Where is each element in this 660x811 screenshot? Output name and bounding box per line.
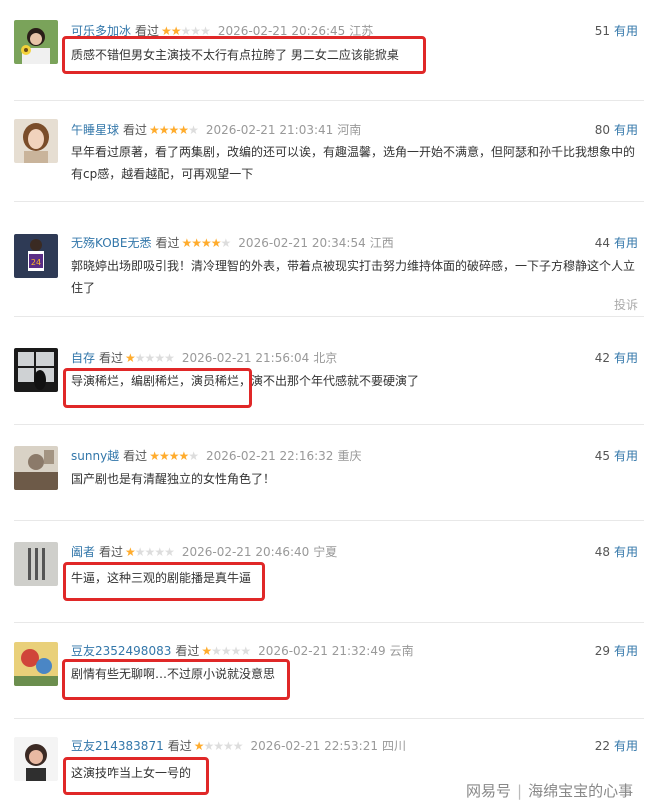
useful-button[interactable]: 有用 (614, 644, 638, 658)
comment-meta: 午睡星球 看过 ★★★★★ 2026-02-21 21:03:41 河南 (71, 121, 361, 139)
vote-count: 51 (594, 24, 610, 38)
avatar[interactable] (14, 348, 58, 392)
vote-box: 45 有用 (595, 447, 638, 465)
vote-box: 42 有用 (595, 349, 638, 367)
comment-text: 早年看过原著，看了两集剧，改编的还可以诶，有趣温馨，选角一开始不满意，但阿瑟和孙… (71, 145, 636, 181)
watch-status: 看过 (175, 644, 200, 658)
comment-text: 郭晓婷出场即吸引我！清冷理智的外表，带着点被现实打击努力维持体面的破碎感，一下子… (71, 259, 636, 295)
comment-location: 河南 (337, 123, 362, 137)
rating-stars: ★★★★★ (149, 449, 199, 463)
useful-button[interactable]: 有用 (614, 739, 638, 753)
comment-time: 2026-02-21 20:46:40 (181, 545, 310, 559)
avatar[interactable] (14, 20, 58, 64)
vote-count: 44 (594, 236, 610, 250)
watermark-divider: | (517, 782, 523, 800)
divider (14, 520, 644, 521)
comment-meta: sunny越 看过 ★★★★★ 2026-02-21 22:16:32 重庆 (71, 447, 361, 465)
comment-time: 2026-02-21 22:53:21 (250, 739, 378, 753)
vote-count: 80 (594, 123, 610, 137)
watch-status: 看过 (123, 123, 148, 137)
report-link[interactable]: 投诉 (614, 296, 638, 313)
comment-text: 国产剧也是有清醒独立的女性角色了！ (71, 472, 276, 486)
vote-box: 80 有用 (595, 121, 638, 139)
rating-stars: ★★★★★ (201, 644, 251, 658)
comment-meta: 自存 看过 ★★★★★ 2026-02-21 21:56:04 北京 (71, 349, 337, 367)
comment-time: 2026-02-21 22:16:32 (205, 449, 334, 463)
watch-status: 看过 (99, 351, 124, 365)
comment-location: 宁夏 (313, 545, 338, 559)
divider (14, 424, 644, 425)
useful-button[interactable]: 有用 (614, 24, 638, 38)
highlight-box (63, 368, 252, 408)
avatar[interactable]: 24 (14, 234, 58, 278)
vote-count: 45 (594, 449, 610, 463)
username-link[interactable]: 午睡星球 (71, 123, 119, 137)
username-link[interactable]: 阖者 (71, 545, 95, 559)
comment-meta: 阖者 看过 ★★★★★ 2026-02-21 20:46:40 宁夏 (71, 543, 337, 561)
comment-meta: 豆友2352498083 看过 ★★★★★ 2026-02-21 21:32:49 云南 (71, 642, 414, 660)
username-link[interactable]: 豆友2352498083 (71, 644, 171, 658)
avatar[interactable] (14, 542, 58, 586)
highlight-box (62, 659, 290, 700)
vote-box: 22 有用 (595, 737, 638, 755)
comment-location: 云南 (389, 644, 414, 658)
comment-location: 重庆 (337, 449, 362, 463)
watch-status: 看过 (167, 739, 192, 753)
rating-stars: ★★★★★ (149, 123, 199, 137)
vote-box: 44 有用 (595, 234, 638, 252)
highlight-box (63, 562, 265, 601)
username-link[interactable]: 豆友214383871 (71, 739, 164, 753)
comment-time: 2026-02-21 21:56:04 (181, 351, 310, 365)
comment-location: 江西 (369, 236, 394, 250)
username-link[interactable]: 自存 (71, 351, 95, 365)
username-link[interactable]: sunny越 (71, 449, 119, 463)
username-link[interactable]: 无殇KOBE无悉 (71, 236, 151, 250)
watch-status: 看过 (123, 449, 148, 463)
vote-box: 29 有用 (595, 642, 638, 660)
watermark: 网易号 | 海绵宝宝的心事 (466, 780, 633, 801)
comment-location: 北京 (313, 351, 338, 365)
comment-location: 四川 (381, 739, 406, 753)
avatar[interactable] (14, 642, 58, 686)
useful-button[interactable]: 有用 (614, 236, 638, 250)
highlight-box (63, 757, 209, 795)
divider (14, 100, 644, 101)
watch-status: 看过 (99, 545, 124, 559)
divider (14, 622, 644, 623)
divider (14, 718, 644, 719)
highlight-box (62, 36, 426, 74)
vote-count: 29 (594, 644, 610, 658)
comment-meta: 无殇KOBE无悉 看过 ★★★★★ 2026-02-21 20:34:54 江西 (71, 234, 394, 252)
rating-stars: ★★★★★ (193, 739, 244, 753)
useful-button[interactable]: 有用 (614, 545, 638, 559)
useful-button[interactable]: 有用 (614, 351, 638, 365)
avatar[interactable] (14, 119, 58, 163)
watermark-brand: 网易号 (466, 782, 512, 800)
vote-count: 42 (594, 351, 610, 365)
divider (14, 316, 644, 317)
vote-box: 51 有用 (595, 22, 638, 40)
watermark-author: 海绵宝宝的心事 (528, 782, 634, 800)
rating-stars: ★★★★★ (181, 236, 232, 250)
comment-time: 2026-02-21 20:34:54 (238, 236, 366, 250)
svg-text:24: 24 (31, 258, 41, 267)
comment-time: 2026-02-21 21:32:49 (258, 644, 386, 658)
useful-button[interactable]: 有用 (614, 123, 638, 137)
avatar[interactable] (14, 737, 58, 781)
comment-meta: 豆友214383871 看过 ★★★★★ 2026-02-21 22:53:21 四川 (71, 737, 406, 755)
rating-stars: ★★★★★ (125, 545, 175, 559)
vote-count: 22 (594, 739, 610, 753)
watch-status: 看过 (155, 236, 180, 250)
vote-count: 48 (594, 545, 610, 559)
rating-stars: ★★★★★ (125, 351, 175, 365)
comment-time: 2026-02-21 21:03:41 (205, 123, 334, 137)
avatar[interactable] (14, 446, 58, 490)
vote-box: 48 有用 (595, 543, 638, 561)
divider (14, 201, 644, 202)
useful-button[interactable]: 有用 (614, 449, 638, 463)
